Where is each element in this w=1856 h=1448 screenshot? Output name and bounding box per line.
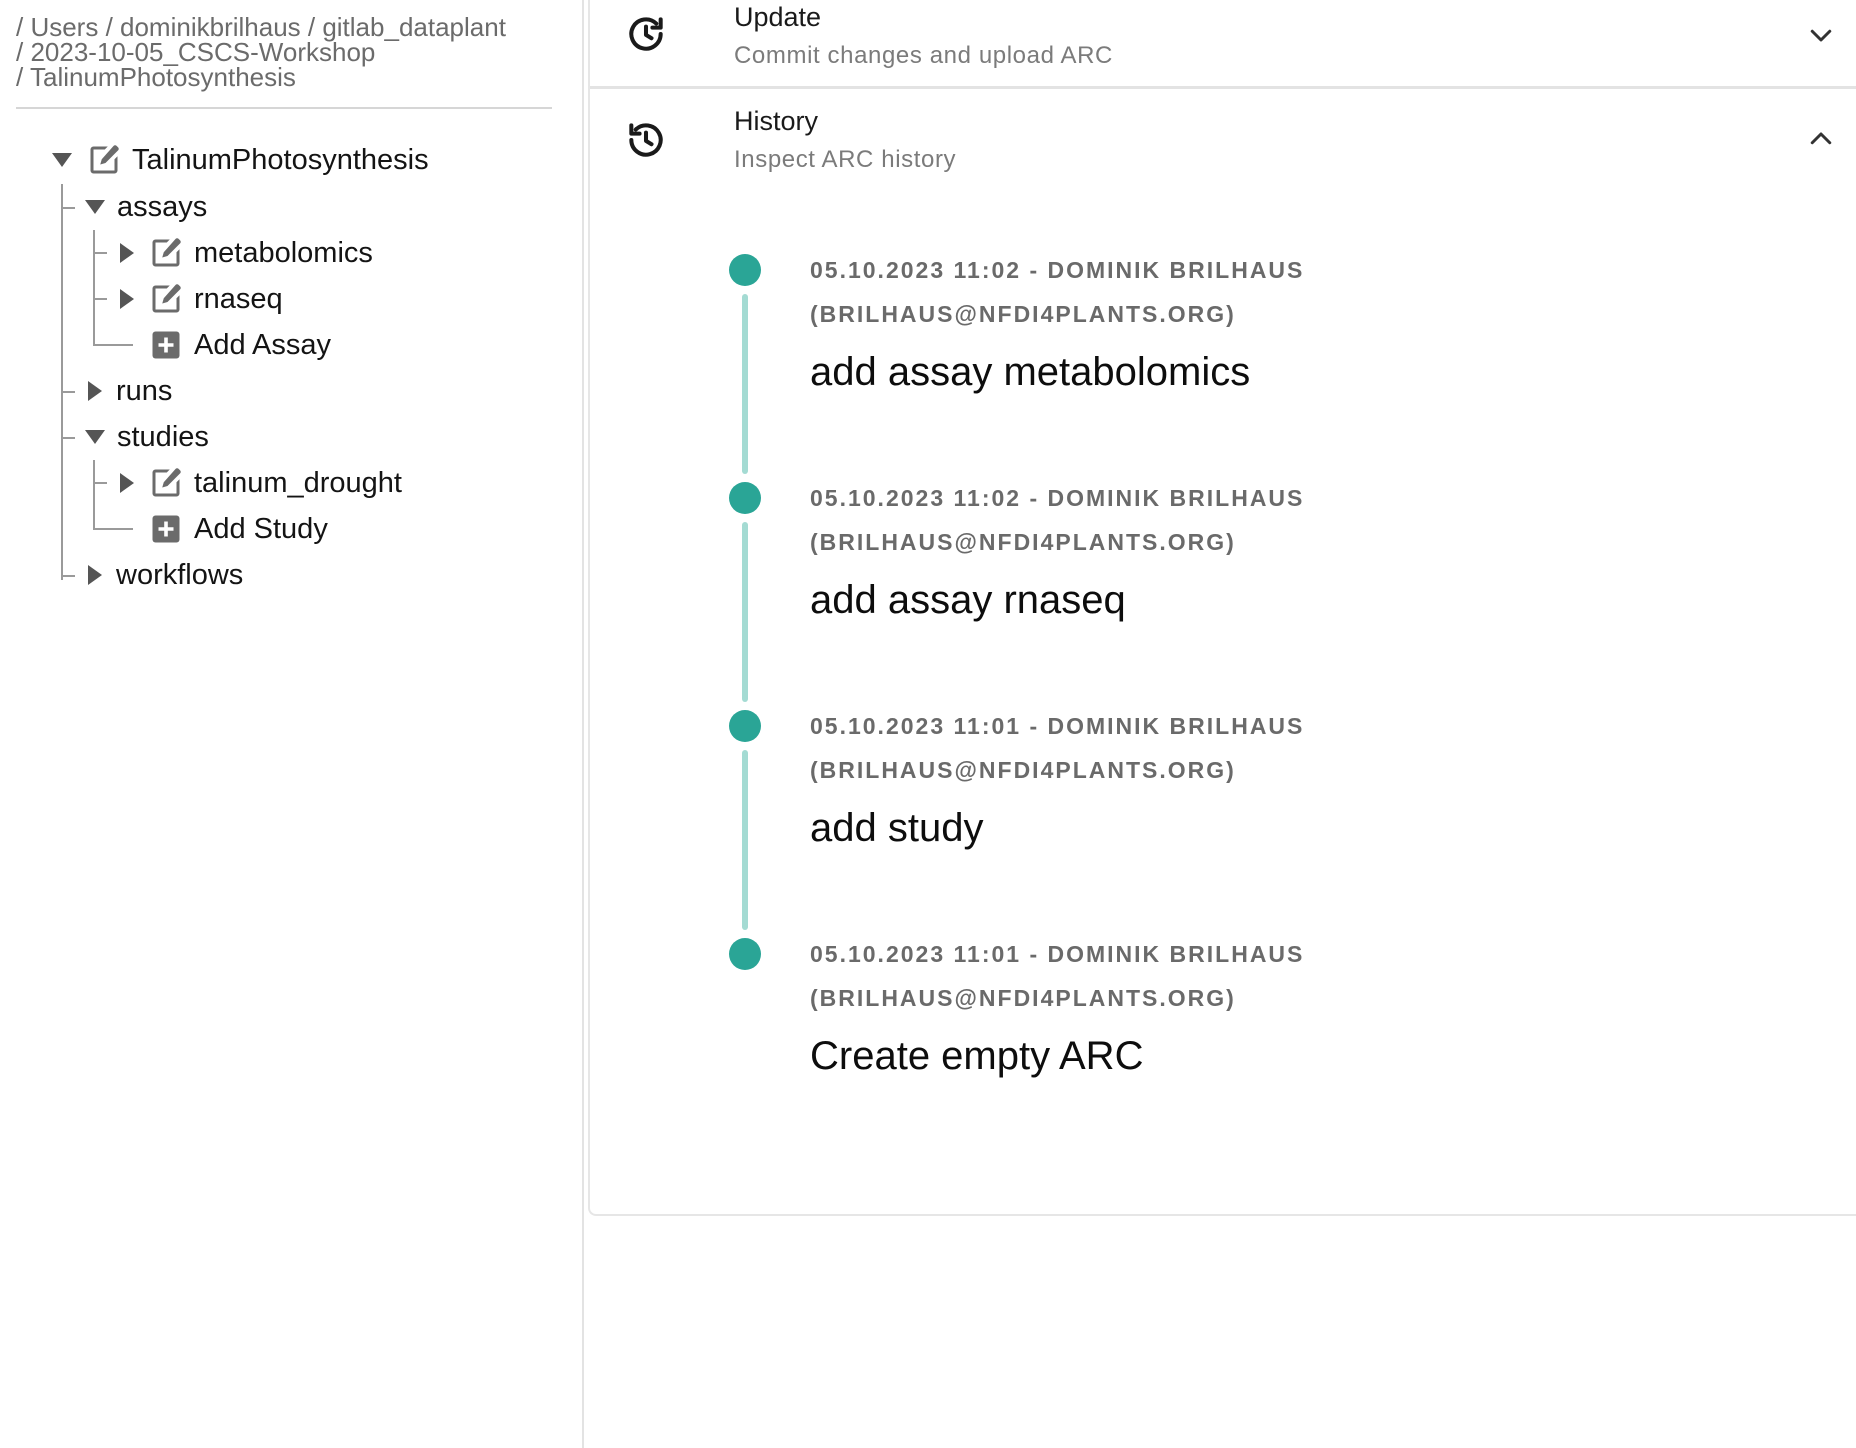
tree-item-label: studies [117, 420, 209, 453]
commit-message: add assay metabolomics [810, 350, 1251, 394]
file-tree: TalinumPhotosynthesis assays metabolomic… [0, 0, 584, 700]
tree-item-label: assays [117, 190, 208, 223]
accordion-card: Update Commit changes and upload ARC His… [588, 0, 1856, 1216]
tree-guide-line [93, 460, 95, 530]
tree-guide-line [93, 344, 133, 346]
commit-author-date: 05.10.2023 11:01 - Dominik Brilhaus [810, 941, 1305, 967]
tree-item-label: talinum_drought [194, 466, 402, 499]
commit-message: add assay rnaseq [810, 578, 1126, 622]
app-window: / Users / dominikbrilhaus / gitlab_datap… [0, 0, 1856, 1448]
tree-guide-line [61, 575, 75, 577]
tree-guide-line [93, 230, 95, 346]
caret-right-icon[interactable] [120, 289, 134, 309]
tree-item-label: workflows [116, 558, 244, 591]
add-study-button[interactable]: Add Study [148, 506, 328, 552]
tree-item-assays[interactable]: assays [85, 184, 207, 230]
timeline-connector [742, 522, 748, 702]
commit-author-date: 05.10.2023 11:02 - Dominik Brilhaus [810, 257, 1305, 283]
timeline-dot [729, 482, 761, 514]
tree-guide-line [61, 391, 75, 393]
tree-item-talinum-drought[interactable]: talinum_drought [120, 460, 402, 506]
tree-guide-line [93, 298, 107, 300]
timeline-connector [742, 294, 748, 474]
tree-item-runs[interactable]: runs [88, 368, 172, 414]
commit-meta: 05.10.2023 11:02 - Dominik Brilhaus (bri… [810, 248, 1710, 336]
plus-square-icon [148, 511, 184, 547]
caret-right-icon[interactable] [120, 243, 134, 263]
caret-down-icon[interactable] [52, 153, 72, 167]
tree-item-workflows[interactable]: workflows [88, 552, 243, 598]
commit-email: (brilhaus@nfdi4plants.org) [810, 985, 1236, 1011]
timeline-connector [742, 750, 748, 930]
caret-right-icon[interactable] [120, 473, 134, 493]
commit-meta: 05.10.2023 11:01 - Dominik Brilhaus (bri… [810, 704, 1710, 792]
timeline-dot [729, 254, 761, 286]
commit-meta: 05.10.2023 11:01 - Dominik Brilhaus (bri… [810, 932, 1710, 1020]
tree-item-label: TalinumPhotosynthesis [132, 143, 429, 176]
commit-message: add study [810, 806, 984, 850]
add-assay-button[interactable]: Add Assay [148, 322, 331, 368]
commit-author-date: 05.10.2023 11:02 - Dominik Brilhaus [810, 485, 1305, 511]
commit-email: (brilhaus@nfdi4plants.org) [810, 529, 1236, 555]
edit-icon [148, 235, 184, 271]
caret-right-icon[interactable] [88, 565, 102, 585]
tree-guide-line [93, 482, 107, 484]
tree-item-rnaseq[interactable]: rnaseq [120, 276, 283, 322]
history-timeline: 05.10.2023 11:02 - Dominik Brilhaus (bri… [590, 0, 1856, 1216]
tree-item-label: runs [116, 374, 173, 407]
tree-guide-line [61, 184, 63, 580]
tree-guide-line [93, 252, 107, 254]
caret-right-icon[interactable] [88, 381, 102, 401]
sidebar: / Users / dominikbrilhaus / gitlab_datap… [0, 0, 584, 1448]
tree-item-root[interactable]: TalinumPhotosynthesis [52, 137, 429, 183]
tree-item-label: Add Assay [194, 328, 332, 361]
tree-item-label: metabolomics [194, 236, 373, 269]
caret-down-icon[interactable] [85, 200, 105, 214]
plus-square-icon [148, 327, 184, 363]
main-content: Update Commit changes and upload ARC His… [588, 0, 1856, 1448]
caret-down-icon[interactable] [85, 430, 105, 444]
edit-icon [148, 281, 184, 317]
commit-email: (brilhaus@nfdi4plants.org) [810, 757, 1236, 783]
edit-icon [148, 465, 184, 501]
tree-item-label: Add Study [194, 512, 328, 545]
tree-item-studies[interactable]: studies [85, 414, 209, 460]
timeline-dot [729, 710, 761, 742]
tree-item-label: rnaseq [194, 282, 283, 315]
timeline-dot [729, 938, 761, 970]
commit-email: (brilhaus@nfdi4plants.org) [810, 301, 1236, 327]
tree-guide-line [61, 207, 75, 209]
commit-meta: 05.10.2023 11:02 - Dominik Brilhaus (bri… [810, 476, 1710, 564]
commit-author-date: 05.10.2023 11:01 - Dominik Brilhaus [810, 713, 1305, 739]
edit-icon [86, 142, 122, 178]
tree-guide-line [61, 437, 75, 439]
tree-item-metabolomics[interactable]: metabolomics [120, 230, 373, 276]
commit-message: Create empty ARC [810, 1034, 1144, 1078]
tree-guide-line [93, 528, 133, 530]
